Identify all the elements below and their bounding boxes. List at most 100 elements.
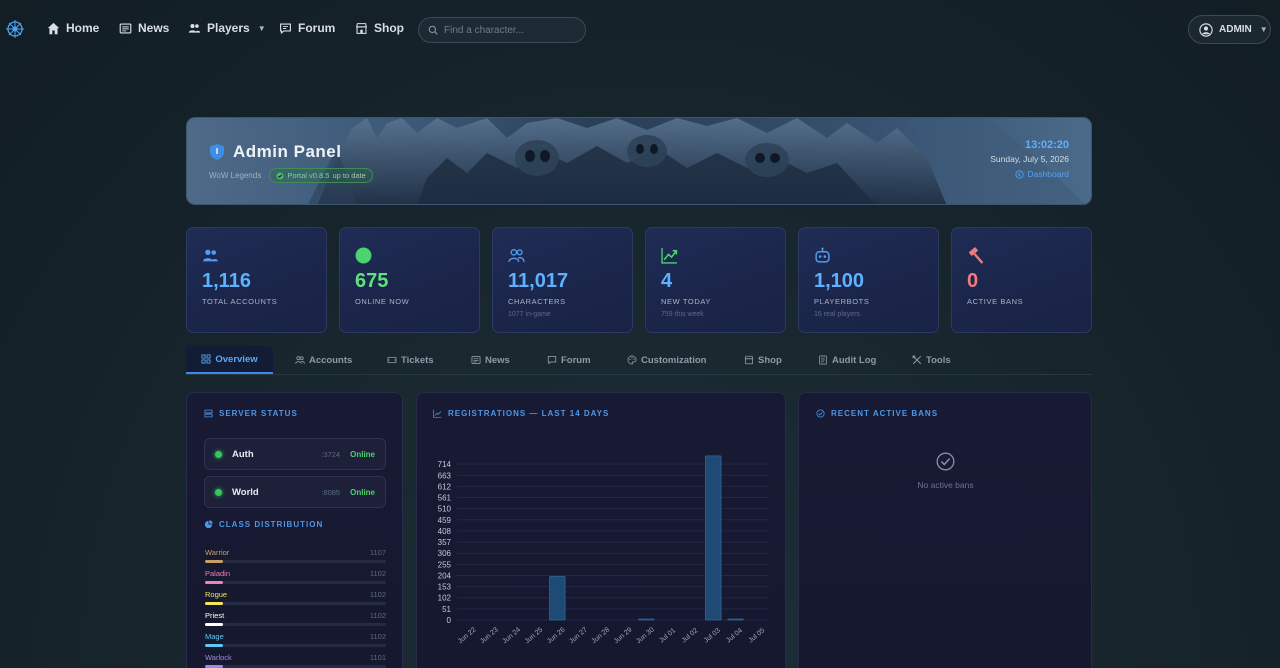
- class-name: Warrior: [205, 548, 230, 557]
- chart-y-tick-label: 459: [438, 516, 452, 525]
- recent-bans-panel: RECENT ACTIVE BANS No active bans: [798, 392, 1092, 668]
- stat-card-playerbots: 1,100 PLAYERBOTS 16 real players: [798, 227, 939, 333]
- chart-x-tick-label: Jun 30: [635, 626, 656, 645]
- server-status-badge: Online: [350, 487, 375, 497]
- server-status-heading: SERVER STATUS: [204, 409, 298, 418]
- stat-label: PLAYERBOTS: [814, 297, 870, 306]
- chart-y-tick-label: 714: [438, 460, 452, 469]
- tab-news[interactable]: News: [471, 346, 510, 374]
- chart-x-tick-label: Jul 05: [747, 627, 766, 644]
- tab-overview[interactable]: Overview: [186, 346, 273, 374]
- chart-bar: [638, 618, 655, 621]
- dashboard-icon: [1015, 169, 1024, 179]
- tab-shop[interactable]: Shop: [744, 346, 782, 374]
- ban-circle-icon: [816, 409, 825, 418]
- grid-icon: [201, 354, 211, 364]
- dashboard-link-label: Dashboard: [1027, 169, 1069, 179]
- players-icon: [188, 23, 201, 33]
- tab-label: Tickets: [401, 354, 434, 366]
- class-row-priest: Priest 1102: [205, 611, 386, 626]
- chart-y-tick-label: 510: [438, 505, 452, 514]
- character-search[interactable]: [418, 17, 586, 43]
- nav-home[interactable]: Home: [47, 21, 99, 35]
- stat-label: ONLINE NOW: [355, 297, 410, 306]
- tab-label: Forum: [561, 354, 591, 366]
- banner-title: Admin Panel: [209, 142, 341, 162]
- site-logo-icon[interactable]: [5, 19, 25, 39]
- chart-y-tick-label: 357: [438, 538, 452, 547]
- chart-y-tick-label: 102: [438, 594, 452, 603]
- check-circle-icon: [936, 452, 955, 471]
- chart-x-tick-label: Jun 28: [591, 626, 612, 645]
- nav-players[interactable]: Players ▼: [188, 21, 266, 35]
- class-count: 1102: [369, 632, 386, 641]
- nav-forum[interactable]: Forum: [279, 21, 335, 35]
- class-bar-fill: [205, 560, 224, 563]
- chevron-down-icon: ▼: [257, 23, 266, 33]
- version-status: up to date: [332, 171, 366, 180]
- tab-label: Accounts: [309, 354, 353, 366]
- chart-y-tick-label: 408: [438, 527, 452, 536]
- chart-y-tick-label: 153: [438, 583, 452, 592]
- chart-bar: [549, 575, 566, 621]
- users-icon: [295, 356, 305, 364]
- class-row-text: Warrior 1107: [205, 548, 386, 557]
- class-row-mage: Mage 1102: [205, 632, 386, 647]
- chart-x-tick-label: Jun 26: [546, 626, 567, 645]
- class-bar-track: [205, 644, 386, 647]
- search-icon: [428, 25, 438, 35]
- server-port: :3724: [321, 449, 341, 459]
- tab-label: News: [485, 354, 510, 366]
- nav-forum-label: Forum: [298, 21, 336, 35]
- status-dot-icon: [215, 488, 222, 496]
- user-menu-button[interactable]: ADMIN ▼: [1188, 15, 1271, 44]
- stat-card-characters: 11,017 CHARACTERS 1077 in-game: [492, 227, 633, 333]
- stat-card-active-bans: 0 ACTIVE BANS: [951, 227, 1092, 333]
- tab-audit-log[interactable]: Audit Log: [818, 346, 876, 374]
- version-badge: Portal v0.8.5 up to date: [269, 168, 373, 183]
- chart-y-tick-label: 561: [438, 494, 452, 503]
- tab-customization[interactable]: Customization: [627, 346, 706, 374]
- class-name: Rogue: [205, 590, 228, 599]
- server-status-badge: Online: [350, 449, 375, 459]
- class-distribution-heading: CLASS DISTRIBUTION: [204, 520, 323, 529]
- chart-x-tick-label: Jun 22: [457, 626, 478, 645]
- tab-tools[interactable]: Tools: [912, 346, 951, 374]
- class-bar-fill: [205, 623, 224, 626]
- class-count: 1101: [369, 653, 386, 662]
- server-status-panel: SERVER STATUS Auth :3724 Online World :8…: [186, 392, 403, 668]
- stat-value: 1,116: [202, 270, 251, 292]
- tab-label: Overview: [215, 353, 258, 365]
- shield-icon: [210, 144, 224, 160]
- tab-forum[interactable]: Forum: [547, 346, 591, 374]
- class-row-text: Mage 1102: [205, 632, 386, 641]
- tab-tickets[interactable]: Tickets: [387, 346, 434, 374]
- nav-shop[interactable]: Shop: [355, 21, 404, 35]
- chart-y-tick-label: 255: [438, 560, 452, 569]
- admin-banner: Admin Panel WoW Legends Portal v0.8.5 up…: [186, 117, 1092, 205]
- chart-y-tick-label: 306: [438, 549, 452, 558]
- search-input[interactable]: [444, 24, 574, 36]
- stat-value: 675: [355, 270, 389, 292]
- dashboard-link[interactable]: Dashboard: [1015, 169, 1069, 179]
- check-circle-icon: [276, 172, 284, 179]
- stat-value: 11,017: [508, 270, 569, 292]
- class-bar-track: [205, 602, 386, 605]
- class-count: 1102: [369, 611, 386, 620]
- clock-date: Sunday, July 5, 2026: [990, 154, 1069, 164]
- tools-icon: [912, 355, 922, 365]
- class-bar-track: [205, 623, 386, 626]
- class-bar-track: [205, 560, 386, 563]
- class-name: Mage: [205, 632, 224, 641]
- shop-icon: [355, 22, 368, 34]
- nav-news[interactable]: News: [119, 21, 169, 35]
- tab-label: Tools: [926, 354, 951, 366]
- chart-y-tick-label: 51: [442, 605, 451, 614]
- chart-x-tick-label: Jun 24: [501, 626, 522, 645]
- class-row-text: Rogue 1102: [205, 590, 386, 599]
- tab-accounts[interactable]: Accounts: [295, 346, 352, 374]
- server-clock: 13:02:20 Sunday, July 5, 2026 Dashboard: [990, 139, 1069, 184]
- chart-y-tick-label: 612: [438, 482, 452, 491]
- trend-up-icon: [661, 248, 678, 264]
- class-row-text: Paladin 1102: [205, 569, 386, 578]
